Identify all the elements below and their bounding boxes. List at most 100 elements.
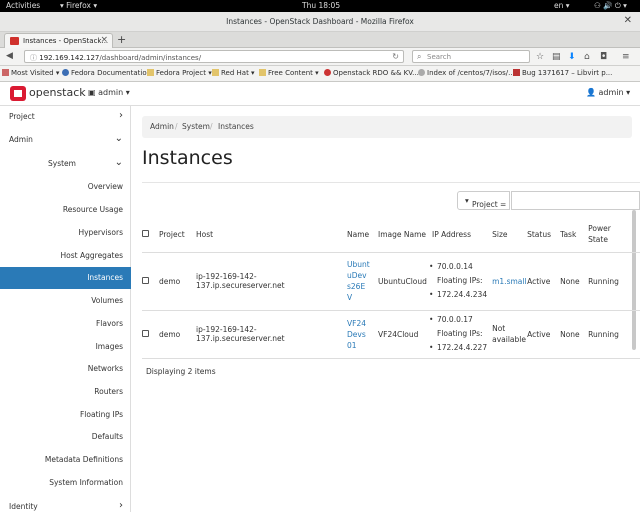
table-row[interactable]: demo ip-192-169-142-137.ip.secureserver.… [142, 310, 628, 358]
browser-tab-instances[interactable]: Instances - OpenStack... × [4, 33, 113, 48]
reading-list-icon[interactable]: ▤ [552, 52, 561, 62]
folder-icon [212, 69, 219, 76]
sidebar-item-project[interactable]: Project › [0, 106, 131, 128]
sidebar-label: Admin [9, 135, 33, 144]
project-selector[interactable]: ▣ admin ▾ [88, 88, 130, 97]
col-image-name[interactable]: Image Name [374, 216, 429, 252]
openstack-logo-icon[interactable] [10, 86, 26, 101]
bookmark-item[interactable]: Red Hat ▾ [212, 69, 255, 77]
col-name[interactable]: Name [342, 216, 374, 252]
sidebar-item-resource-usage[interactable]: Resource Usage [0, 199, 131, 221]
project-selector-label: admin [98, 88, 124, 97]
instance-name-link[interactable]: Ubunt uDev s26E V [347, 260, 370, 302]
bookmark-item[interactable]: Index of /centos/7/isos/... [418, 69, 515, 77]
search-bar[interactable]: ⌕ Search [412, 50, 530, 63]
sidebar-label: System [48, 159, 76, 168]
sidebar-item-networks[interactable]: Networks [0, 358, 131, 380]
sidebar-item-system-information[interactable]: System Information [0, 472, 131, 494]
sidebar-item-images[interactable]: Images [0, 336, 131, 358]
row-checkbox[interactable] [142, 276, 149, 284]
sidebar-item-hypervisors[interactable]: Hypervisors [0, 222, 131, 244]
cell-host: ip-192-169-142-137.ip.secureserver.net [196, 272, 285, 290]
sidebar-label: Routers [94, 387, 123, 396]
filter-field-dropdown[interactable]: Project = ▾ [457, 191, 510, 210]
app-menu[interactable]: ▾ Firefox ▾ [60, 1, 97, 10]
fedora-icon [62, 69, 69, 76]
home-icon[interactable]: ⌂ [584, 52, 590, 62]
size-part: available [492, 335, 526, 344]
activities-button[interactable]: Activities [6, 1, 40, 10]
sidebar-label: Networks [87, 364, 123, 373]
sidebar-item-instances[interactable]: Instances [0, 267, 131, 289]
col-status[interactable]: Status [527, 216, 560, 252]
breadcrumb-instances: Instances [218, 122, 254, 131]
sidebar-item-flavors[interactable]: Flavors [0, 313, 131, 335]
sidebar-item-system[interactable]: System ⌄ [0, 153, 131, 175]
sidebar-label: Flavors [95, 319, 123, 328]
name-part: Devs [347, 329, 366, 339]
sidebar-label: Instances [87, 273, 123, 282]
ip-list: 70.0.0.14 Floating IPs: 172.24.4.234 [429, 260, 487, 302]
close-window-icon[interactable]: ✕ [624, 15, 632, 26]
floating-ip: 172.24.4.234 [429, 288, 487, 302]
col-power-state[interactable]: Power State [586, 216, 628, 252]
clock[interactable]: Thu 18:05 [302, 1, 340, 10]
col-host[interactable]: Host [196, 216, 342, 252]
sidebar-item-admin[interactable]: Admin ⌄ [0, 129, 131, 151]
cell-status: Active [527, 276, 551, 286]
pocket-icon[interactable]: ◘ [600, 52, 607, 62]
bookmark-item[interactable]: Free Content ▾ [259, 69, 319, 77]
sidebar-item-routers[interactable]: Routers [0, 381, 131, 403]
col-power-state-label: Power State [588, 224, 611, 244]
ip-list: 70.0.0.17 Floating IPs: 172.24.4.227 [429, 313, 487, 355]
brand-text[interactable]: openstack [29, 86, 86, 99]
sidebar-item-volumes[interactable]: Volumes [0, 290, 131, 312]
sidebar-item-host-aggregates[interactable]: Host Aggregates [0, 245, 131, 267]
filter-input[interactable] [511, 191, 640, 210]
tab-strip: Instances - OpenStack... × + [0, 32, 640, 48]
breadcrumb-system[interactable]: System [182, 122, 210, 131]
bookmark-item[interactable]: Most Visited ▾ [2, 69, 59, 77]
folder-icon [147, 69, 154, 76]
col-project[interactable]: Project [159, 216, 196, 252]
sidebar-item-defaults[interactable]: Defaults [0, 426, 131, 448]
menu-icon[interactable]: ≡ [622, 52, 630, 62]
col-task[interactable]: Task [560, 216, 586, 252]
fixed-ip: 70.0.0.14 [429, 260, 487, 274]
cell-ip-address: 70.0.0.17 Floating IPs: 172.24.4.227 [429, 310, 487, 358]
bookmark-item[interactable]: Bug 1371617 – Libvirt p... [513, 69, 612, 77]
bookmark-label: Bug 1371617 – Libvirt p... [522, 69, 613, 77]
col-size[interactable]: Size [487, 216, 527, 252]
name-part: V [347, 293, 353, 302]
search-icon: ⌕ [417, 52, 422, 61]
flavor-link[interactable]: m1.small [492, 277, 526, 286]
downloads-icon[interactable]: ⬇ [568, 52, 576, 62]
bookmark-item[interactable]: Fedora Documentation [62, 69, 151, 77]
system-tray-icons[interactable]: ⚇ 🔊 ⏻ ▾ [594, 1, 627, 11]
bookmark-star-icon[interactable]: ☆ [536, 52, 544, 62]
breadcrumb-admin[interactable]: Admin [150, 122, 174, 131]
language-indicator[interactable]: en ▾ [554, 1, 570, 10]
reload-icon[interactable]: ↻ [392, 52, 399, 61]
sidebar-label: Host Aggregates [60, 251, 123, 260]
bookmark-item[interactable]: Fedora Project ▾ [147, 69, 212, 77]
back-icon[interactable]: ◀ [6, 51, 13, 61]
row-checkbox[interactable] [142, 329, 149, 337]
sidebar-item-floating-ips[interactable]: Floating IPs [0, 404, 131, 426]
table-scrollbar[interactable] [632, 210, 636, 350]
instance-name-link[interactable]: VF24 Devs 01 [347, 319, 366, 350]
user-menu[interactable]: 👤 admin ▾ [586, 88, 630, 97]
col-ip-address[interactable]: IP Address [429, 216, 487, 252]
close-tab-icon[interactable]: × [100, 35, 108, 45]
select-all-checkbox[interactable] [142, 229, 149, 237]
new-tab-button[interactable]: + [117, 33, 126, 46]
user-menu-label: admin [598, 88, 624, 97]
bookmark-item[interactable]: Openstack RDO && KV... [324, 69, 419, 77]
table-row[interactable]: demo ip-192-169-142-137.ip.secureserver.… [142, 252, 628, 310]
cell-task: None [560, 276, 580, 286]
sidebar-item-overview[interactable]: Overview [0, 176, 131, 198]
sidebar-item-identity[interactable]: Identity › [0, 496, 131, 518]
name-part: VF24 [347, 318, 366, 328]
url-bar[interactable]: ⓘ 192.169.142.127/dashboard/admin/instan… [24, 50, 404, 63]
sidebar-item-metadata-definitions[interactable]: Metadata Definitions [0, 449, 131, 471]
